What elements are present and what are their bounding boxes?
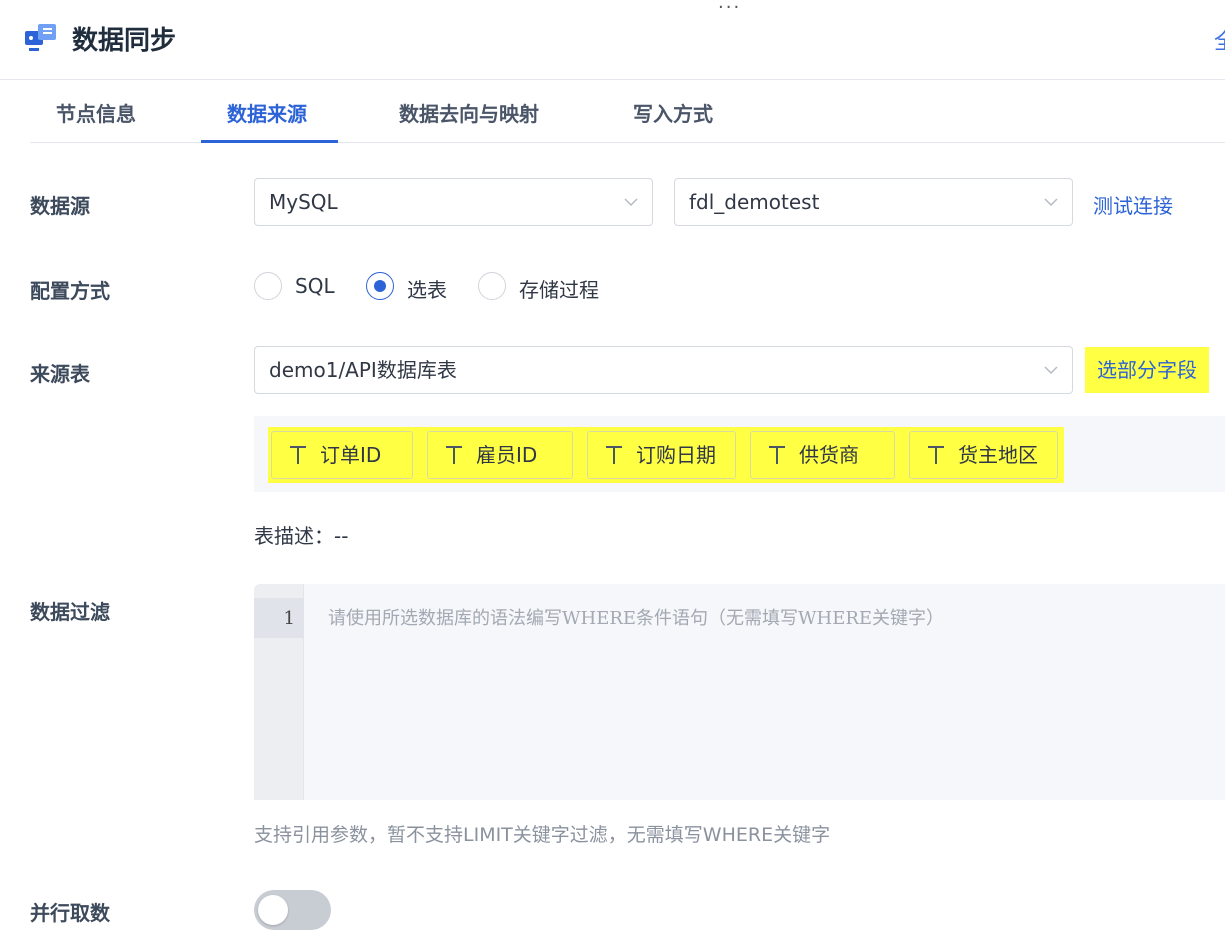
database-value: fdl_demotest (689, 190, 820, 214)
tab-node-info[interactable]: 节点信息 (56, 98, 136, 127)
radio-sql-label[interactable]: SQL (295, 274, 335, 298)
data-filter-label: 数据过滤 (30, 600, 110, 624)
tab-data-destination-mapping[interactable]: 数据去向与映射 (399, 98, 539, 127)
field-chip-label: 货主地区 (958, 443, 1038, 467)
radio-stored-procedure[interactable] (478, 272, 506, 300)
field-chip-label: 雇员ID (476, 443, 538, 467)
chevron-down-icon (1044, 198, 1058, 207)
field-chip[interactable]: 订单ID (271, 431, 413, 479)
tab-bar: 节点信息 数据来源 数据去向与映射 写入方式 (30, 80, 1225, 143)
field-chip[interactable]: 供货商 (750, 431, 895, 479)
more-menu-icon[interactable]: ... (718, 0, 741, 13)
datasource-type-select[interactable]: MySQL (254, 178, 653, 226)
field-chip[interactable]: 订购日期 (587, 431, 736, 479)
source-table-value: demo1/API数据库表 (269, 358, 457, 382)
text-type-icon (606, 446, 622, 464)
chevron-down-icon (1044, 366, 1058, 375)
text-type-icon (290, 446, 306, 464)
field-chip-label: 订购日期 (636, 443, 716, 467)
text-type-icon (928, 446, 944, 464)
field-chip[interactable]: 雇员ID (427, 431, 573, 479)
toggle-knob (258, 895, 288, 925)
radio-sql[interactable] (254, 272, 282, 300)
active-tab-indicator (201, 140, 338, 143)
header-right-action[interactable]: 全 (1214, 24, 1225, 56)
line-number: 1 (283, 608, 295, 629)
select-partial-fields-button[interactable]: 选部分字段 (1085, 347, 1209, 393)
text-type-icon (769, 446, 785, 464)
tab-write-mode[interactable]: 写入方式 (633, 98, 713, 127)
data-sync-icon (25, 24, 56, 51)
line-number-gutter: 1 (254, 584, 304, 800)
config-mode-label: 配置方式 (30, 279, 110, 303)
filter-hint: 支持引用参数，暂不支持LIMIT关键字过滤，无需填写WHERE关键字 (254, 824, 831, 846)
chevron-down-icon (624, 198, 638, 207)
radio-select-table-label[interactable]: 选表 (407, 274, 447, 303)
text-type-icon (446, 446, 462, 464)
table-description: 表描述：-- (254, 524, 349, 548)
source-table-label: 来源表 (30, 362, 90, 386)
parallel-fetch-toggle[interactable] (254, 890, 331, 930)
page-header: ... 数据同步 全 (0, 0, 1225, 80)
radio-select-table[interactable] (366, 272, 394, 300)
parallel-fetch-label: 并行取数 (30, 901, 110, 925)
where-clause-editor[interactable]: 1 请使用所选数据库的语法编写WHERE条件语句（无需填写WHERE关键字） (254, 584, 1225, 800)
datasource-type-value: MySQL (269, 190, 338, 214)
database-select[interactable]: fdl_demotest (674, 178, 1073, 226)
active-line-highlight (254, 598, 303, 638)
tab-data-source[interactable]: 数据来源 (227, 98, 307, 127)
source-table-select[interactable]: demo1/API数据库表 (254, 346, 1073, 394)
field-chip-label: 订单ID (320, 443, 382, 467)
field-chip-label: 供货商 (799, 443, 859, 467)
page-title: 数据同步 (72, 26, 177, 56)
datasource-label: 数据源 (30, 194, 90, 218)
editor-placeholder: 请使用所选数据库的语法编写WHERE条件语句（无需填写WHERE关键字） (328, 608, 945, 629)
test-connection-link[interactable]: 测试连接 (1093, 190, 1173, 219)
field-chip[interactable]: 货主地区 (909, 431, 1058, 479)
radio-stored-procedure-label[interactable]: 存储过程 (519, 274, 599, 303)
